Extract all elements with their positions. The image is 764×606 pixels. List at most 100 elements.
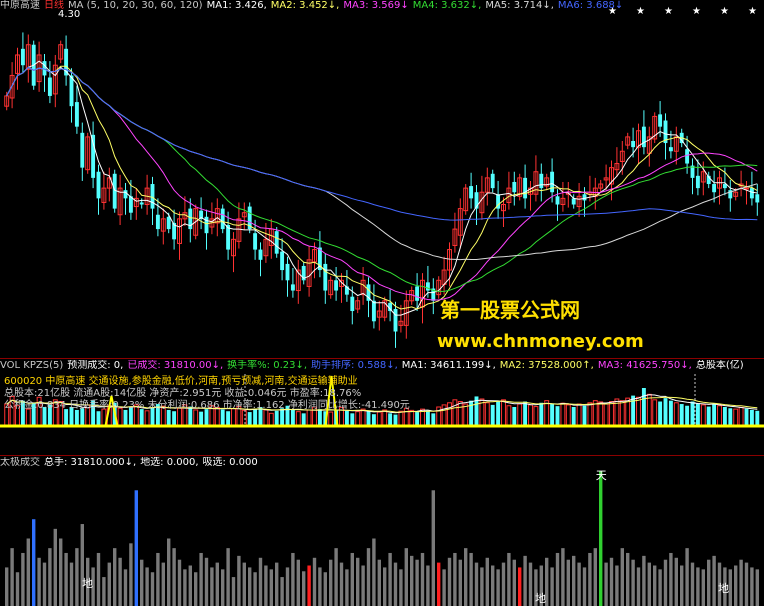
taiji-bar (609, 557, 614, 606)
candle-body-down (285, 263, 290, 281)
taiji-bar (264, 565, 268, 606)
volume-bar-down (490, 404, 495, 426)
volume-bar-up (295, 411, 301, 427)
candle-body-down (393, 308, 398, 332)
candle-body-down (469, 186, 474, 199)
taiji-bar (145, 567, 149, 606)
taiji-bar (345, 569, 349, 606)
candle-body-down (253, 233, 258, 250)
volume-bar-down (226, 411, 231, 426)
candle-body-down (539, 173, 544, 189)
taiji-bar (237, 555, 241, 606)
taiji-bar (156, 552, 160, 606)
taiji-bar (458, 559, 462, 606)
candle-body-down (512, 181, 517, 193)
kline-header-item: 中原高速 (0, 0, 40, 11)
taiji-bar (469, 552, 473, 606)
volume-header-item: MA1: 34611.199↓, (401, 360, 496, 371)
kline-header-item: MA2: 3.452↓, (270, 0, 340, 11)
volume-bar-down (199, 411, 204, 426)
taiji-bar (269, 569, 273, 606)
taiji-bar (323, 572, 327, 606)
taiji-bar (107, 562, 111, 606)
kline-panel[interactable]: 中原高速 日线 MA (5, 10, 20, 30, 60, 120) MA1: 3.… (0, 0, 764, 356)
panel-separator[interactable] (0, 455, 764, 456)
volume-bar-down (415, 412, 420, 426)
taiji-bar (404, 548, 408, 606)
stock-info-line-2: 总股本:21亿股 流通A股:14亿股 净资产:2.951元 收益:0.046元 … (4, 388, 362, 399)
taiji-chart[interactable]: 天地地地 (0, 457, 764, 606)
taiji-bar (167, 538, 171, 606)
taiji-bar (285, 567, 290, 606)
taiji-bar (572, 555, 576, 606)
taiji-bar (620, 548, 624, 606)
taiji-bar (318, 567, 322, 606)
taiji-bar (555, 552, 560, 606)
taiji-bar (550, 567, 554, 606)
volume-bar-down (744, 408, 749, 426)
taiji-bar (642, 555, 646, 606)
taiji-bar (383, 567, 387, 606)
taiji-bar (334, 548, 338, 606)
panel-separator[interactable] (0, 358, 764, 359)
candle-body-down (523, 177, 528, 199)
taiji-bar (680, 565, 684, 606)
candle-body-down (290, 284, 295, 291)
volume-bar-down (690, 401, 695, 426)
taiji-header: 太极成交 总手: 31810.000↓, 地选: 0.000, 吸选: 0.000 (0, 457, 262, 469)
di-label: 地 (82, 577, 93, 590)
volume-bar-down (658, 401, 663, 426)
volume-bar-up (673, 402, 679, 427)
candle-body-down (685, 149, 690, 164)
candle-body-down (695, 175, 700, 189)
volume-header-item: MA2: 37528.000↑, (499, 360, 594, 371)
volume-bar-down (350, 413, 355, 426)
taiji-bar (658, 569, 662, 606)
taiji-bar (426, 565, 430, 606)
volume-header-item: 总股本(亿) (695, 360, 744, 371)
taiji-bar (339, 562, 344, 606)
volume-bar-up (501, 399, 506, 427)
star-mark: ★ (664, 6, 673, 17)
volume-bar-down (172, 411, 177, 426)
volume-bar-up (544, 400, 550, 427)
taiji-bar (669, 552, 673, 606)
candle-body-down (350, 296, 355, 312)
volume-bar-up (382, 409, 388, 427)
volume-bar-down (706, 406, 711, 426)
taiji-bar (5, 567, 9, 606)
taiji-bar (701, 569, 705, 606)
volume-header-item: 换手率%: 0.23↓, (227, 360, 308, 371)
stock-info-box: 600020 中原高速 交通设施,参股金融,低价,河南,预亏预减,河南,交通运输… (4, 376, 410, 412)
taiji-bar (64, 552, 68, 606)
kline-header-item: MA6: 3.688↓ (557, 0, 624, 11)
taiji-bar (491, 565, 495, 606)
taiji-bar (415, 559, 419, 606)
taiji-bar (528, 562, 533, 606)
volume-bar-up (355, 411, 361, 427)
taiji-bar (636, 567, 641, 606)
taiji-bar (593, 548, 597, 606)
candle-body-down (150, 184, 155, 209)
volume-panel[interactable]: VOL KPZS(5) 预测成交: 0, 已成交: 31810.00↓, 换手率%: … (0, 360, 764, 454)
kline-chart[interactable]: ★ ★ ★ ★ ★ ★ (0, 0, 764, 356)
taiji-bar (134, 490, 138, 606)
volume-header-item: 预测成交: 0, (67, 360, 124, 371)
volume-bar-down (496, 401, 501, 426)
taiji-bar (161, 562, 165, 606)
volume-bar-down (425, 410, 430, 426)
taiji-bar (685, 548, 689, 606)
volume-bar-down (388, 413, 393, 426)
taiji-bar (750, 567, 754, 606)
taiji-bar (129, 543, 133, 606)
taiji-bar (183, 569, 187, 606)
volume-bar-up (447, 402, 452, 427)
taiji-bar (464, 548, 468, 606)
taiji-panel[interactable]: 太极成交 总手: 31810.000↓, 地选: 0.000, 吸选: 0.000 天… (0, 457, 764, 606)
volume-bar-down (722, 407, 727, 426)
volume-bar-down (571, 407, 576, 426)
kline-header-item: 日线 (44, 0, 64, 11)
taiji-bar (248, 567, 252, 606)
taiji-bar (496, 569, 500, 606)
volume-bar-up (409, 409, 415, 427)
